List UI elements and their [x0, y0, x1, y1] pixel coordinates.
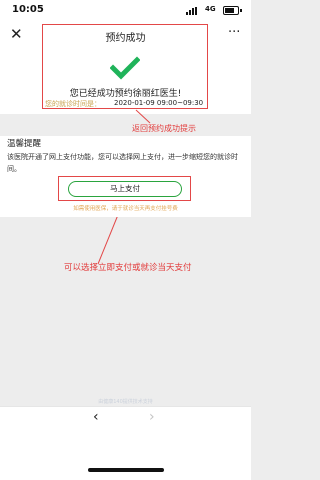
annotation-box-success	[42, 24, 208, 109]
back-icon[interactable]: ‹	[93, 409, 99, 425]
annotation-pay-hint: 可以选择立即支付或就诊当天支付	[64, 263, 192, 273]
pay-hint: 如需使用医保，请于就诊当天再支付挂号费	[73, 206, 178, 212]
home-indicator	[88, 468, 164, 472]
network-label: 4G	[205, 5, 216, 13]
annotation-success-hint: 返回预约成功提示	[132, 124, 196, 133]
forward-icon[interactable]: ›	[149, 409, 155, 425]
notice-text: 该医院开通了网上支付功能，您可以选择网上支付，进一步缩短您的就诊时间。	[7, 153, 238, 173]
tech-support-note: 由健康140提供技术支持	[98, 399, 153, 405]
notice-title: 温馨提醒	[7, 139, 42, 149]
battery-icon	[223, 6, 242, 15]
signal-icon	[186, 7, 200, 15]
more-icon[interactable]: ···	[228, 25, 240, 40]
pay-now-button[interactable]: 马上支付	[68, 181, 182, 197]
status-time: 10:05	[12, 4, 44, 15]
